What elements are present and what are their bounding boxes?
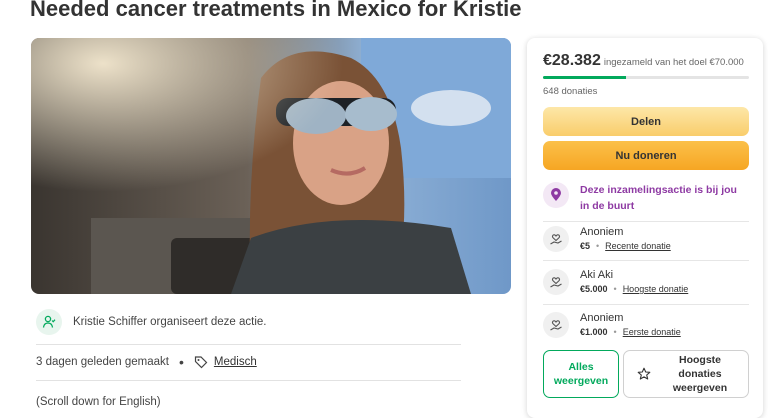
organizer-row: Kristie Schiffer organiseert deze actie.: [36, 309, 266, 335]
donor-name: Anoniem: [580, 226, 624, 238]
user-heart-icon: [36, 309, 62, 335]
campaign-title: Needed cancer treatments in Mexico for K…: [30, 0, 522, 21]
scroll-note: (Scroll down for English): [36, 396, 161, 408]
share-button[interactable]: Delen: [543, 107, 749, 136]
progress-bar: [543, 76, 749, 79]
goal-text: ingezameld van het doel €70.000: [603, 57, 744, 68]
organizer-text: Kristie Schiffer organiseert deze actie.: [73, 316, 267, 328]
donations-count: 648 donaties: [543, 86, 598, 97]
raised-amount: €28.382: [543, 52, 601, 69]
donation-card: €28.382 ingezameld van het doel €70.000 6…: [527, 38, 763, 418]
amount-row: €28.382 ingezameld van het doel €70.000: [543, 52, 744, 70]
donor-amount: €5: [580, 241, 591, 251]
divider: [543, 304, 749, 305]
campaign-meta: 3 dagen geleden gemaakt • Medisch: [36, 355, 257, 369]
divider: [36, 344, 461, 345]
separator-dot: •: [179, 354, 184, 370]
donor-tag-link[interactable]: Recente donatie: [605, 241, 671, 251]
top-donations-label: Hoogste donaties weergeven: [672, 354, 728, 394]
donor-name: Anoniem: [580, 312, 624, 324]
divider: [36, 380, 461, 381]
tag-icon: [194, 355, 208, 369]
hand-heart-icon: [543, 226, 569, 252]
created-time: 3 dagen geleden gemaakt: [36, 356, 169, 368]
donor-item: Aki Aki €5.000 • Hoogste donatie: [543, 268, 688, 296]
nearby-notice: Deze inzamelingsactie is bij jou in de b…: [543, 182, 748, 214]
divider: [543, 221, 749, 222]
location-pin-icon: [543, 182, 569, 208]
see-all-label: Alles weergeven: [553, 361, 609, 387]
donor-amount: €1.000: [580, 327, 608, 337]
hand-heart-icon: [543, 312, 569, 338]
donor-amount: €5.000: [580, 284, 608, 294]
donor-item: Anoniem €5 • Recente donatie: [543, 225, 671, 253]
donate-button[interactable]: Nu doneren: [543, 141, 749, 170]
category-link[interactable]: Medisch: [214, 356, 257, 368]
top-donations-button[interactable]: Hoogste donaties weergeven: [623, 350, 749, 398]
divider: [543, 260, 749, 261]
donor-name: Aki Aki: [580, 269, 614, 281]
star-icon: [637, 367, 651, 381]
progress-fill: [543, 76, 627, 79]
donor-tag-link[interactable]: Hoogste donatie: [623, 284, 689, 294]
campaign-photo: [31, 38, 511, 294]
donor-item: Anoniem €1.000 • Eerste donatie: [543, 311, 681, 339]
nearby-text: Deze inzamelingsactie is bij jou in de b…: [580, 184, 737, 212]
hand-heart-icon: [543, 269, 569, 295]
see-all-button[interactable]: Alles weergeven: [543, 350, 619, 398]
donor-tag-link[interactable]: Eerste donatie: [623, 327, 681, 337]
